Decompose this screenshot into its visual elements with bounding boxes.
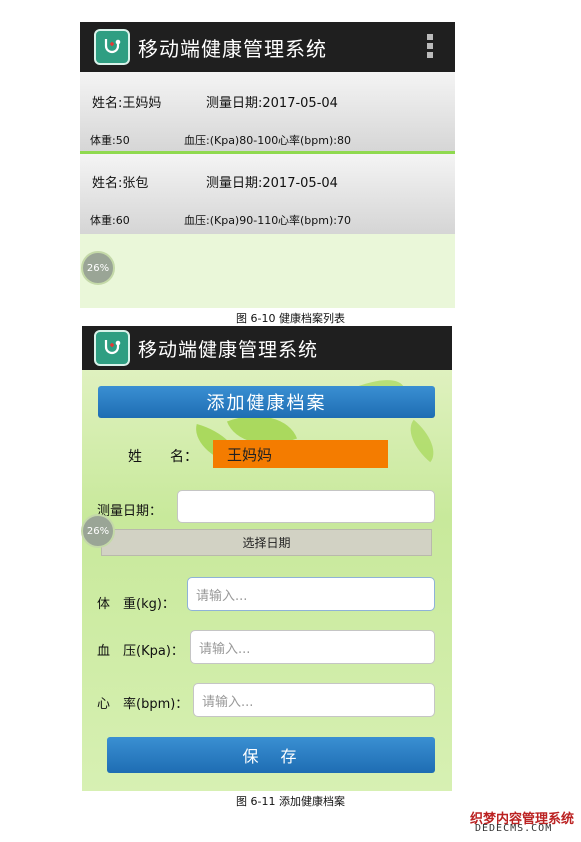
record-date: 测量日期:2017-05-04 bbox=[206, 96, 338, 111]
record-name: 姓名:王妈妈 bbox=[92, 96, 162, 111]
leaf-decoration-icon bbox=[399, 419, 445, 463]
record-bp: 血压:(Kpa)80-100 bbox=[184, 134, 279, 147]
app-title: 移动端健康管理系统 bbox=[138, 36, 327, 61]
record-hr: 心率(bpm):80 bbox=[278, 134, 351, 147]
record-bp: 血压:(Kpa)90-110 bbox=[184, 214, 279, 227]
record-weight: 体重:60 bbox=[90, 214, 130, 227]
list-empty-area bbox=[80, 234, 455, 308]
weight-label: 体 重(kg)： bbox=[97, 597, 175, 612]
name-label: 姓 名： bbox=[128, 449, 198, 465]
name-field[interactable]: 王妈妈 bbox=[213, 440, 388, 468]
date-field[interactable] bbox=[177, 490, 435, 523]
app-bar: 移动端健康管理系统 bbox=[82, 326, 452, 370]
hr-input[interactable]: 请输入... bbox=[193, 683, 435, 717]
record-date: 测量日期:2017-05-04 bbox=[206, 176, 338, 191]
progress-badge[interactable]: 26% bbox=[81, 251, 115, 285]
weight-input[interactable]: 请输入... bbox=[187, 577, 435, 611]
record-weight: 体重:50 bbox=[90, 134, 130, 147]
watermark-url: DEDECMS.COM bbox=[475, 823, 553, 834]
progress-badge[interactable]: 26% bbox=[81, 514, 115, 548]
app-title: 移动端健康管理系统 bbox=[138, 338, 319, 361]
app-logo-icon bbox=[94, 330, 130, 366]
record-hr: 心率(bpm):70 bbox=[278, 214, 351, 227]
overflow-menu-icon[interactable] bbox=[427, 34, 433, 61]
form-header: 添加健康档案 bbox=[98, 386, 435, 418]
hr-label: 心 率(bpm)： bbox=[97, 697, 189, 712]
record-name: 姓名:张包 bbox=[92, 176, 149, 191]
list-item[interactable]: 姓名:张包 测量日期:2017-05-04 体重:60 血压:(Kpa)90-1… bbox=[80, 154, 455, 234]
app-bar: 移动端健康管理系统 bbox=[80, 22, 455, 72]
list-item[interactable]: 姓名:王妈妈 测量日期:2017-05-04 体重:50 血压:(Kpa)80-… bbox=[80, 72, 455, 154]
app-logo-icon bbox=[94, 29, 130, 65]
save-button[interactable]: 保 存 bbox=[107, 737, 435, 773]
figure-caption: 图 6-11 添加健康档案 bbox=[236, 795, 345, 808]
choose-date-button[interactable]: 选择日期 bbox=[101, 529, 432, 556]
bp-label: 血 压(Kpa)： bbox=[97, 644, 184, 659]
figure-caption: 图 6-10 健康档案列表 bbox=[236, 312, 345, 325]
bp-input[interactable]: 请输入... bbox=[190, 630, 435, 664]
